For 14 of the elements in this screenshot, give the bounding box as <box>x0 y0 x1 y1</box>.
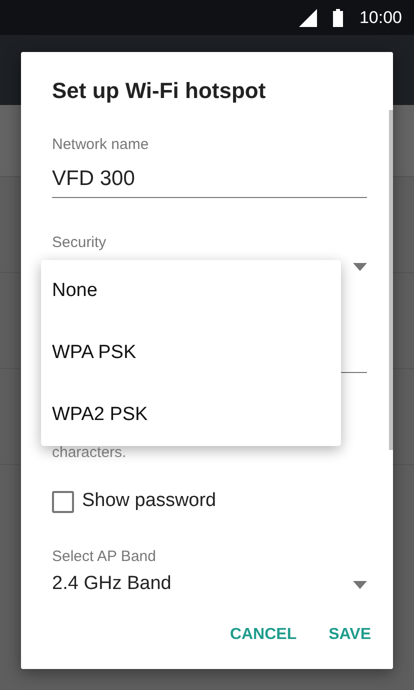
menu-item[interactable]: None <box>41 260 341 322</box>
field-label: Network name <box>52 135 150 156</box>
field-label: Select AP Band <box>52 546 157 567</box>
dropdown-caret-icon <box>353 580 367 589</box>
status-time: 10:00 <box>359 6 402 29</box>
signal-icon <box>299 8 318 26</box>
field-label: Security <box>52 233 108 254</box>
ap-band-dropdown[interactable]: 2.4 GHz Band <box>52 570 367 599</box>
battery-icon <box>333 8 344 26</box>
menu-item[interactable]: WPA PSK <box>41 322 341 384</box>
show-password-checkbox[interactable]: Show password <box>52 487 367 516</box>
dropdown-caret-icon[interactable] <box>353 262 367 271</box>
dialog-title: Set up Wi-Fi hotspot <box>52 78 267 104</box>
network-name-field[interactable]: VFD 300 <box>52 156 367 198</box>
